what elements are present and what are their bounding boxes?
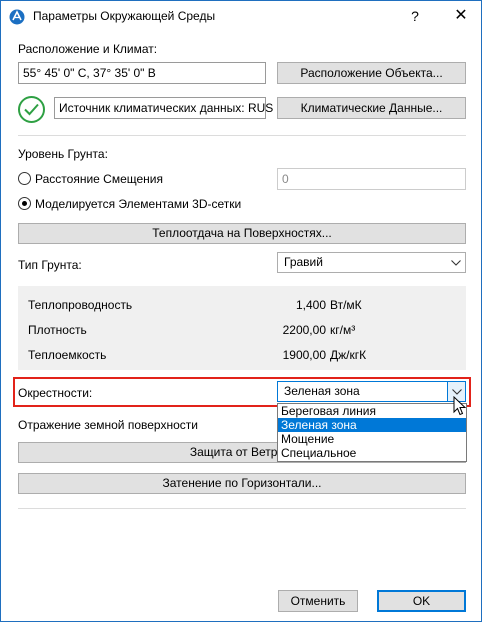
property-value: 2200,00 xyxy=(282,323,326,337)
project-location-button[interactable]: Расположение Объекта... xyxy=(277,62,466,84)
property-name: Теплоемкость xyxy=(28,348,107,362)
soil-type-value: Гравий xyxy=(284,255,323,269)
soil-type-label: Тип Грунта: xyxy=(18,258,82,272)
surroundings-value: Зеленая зона xyxy=(284,384,360,398)
ground-reflection-label: Отражение земной поверхности xyxy=(18,418,198,432)
property-value: 1900,00 xyxy=(282,348,326,362)
dropdown-option[interactable]: Мощение xyxy=(278,432,466,446)
dialog-content: Расположение и Климат: 55° 45' 0" С, 37°… xyxy=(1,32,481,621)
climate-source-field: Источник климатических данных: RUS xyxy=(54,97,273,119)
mouse-cursor-icon xyxy=(453,396,467,416)
coordinates-field: 55° 45' 0" С, 37° 35' 0" В xyxy=(18,62,266,84)
checkmark-icon xyxy=(18,96,45,123)
offset-option-label: Расстояние Смещения xyxy=(35,172,163,186)
separator xyxy=(18,135,466,136)
chevron-down-icon xyxy=(447,253,465,272)
ok-button[interactable]: OK xyxy=(377,590,466,612)
property-unit: Вт/мК xyxy=(330,298,362,312)
close-button[interactable]: ✕ xyxy=(441,1,481,32)
offset-radio[interactable] xyxy=(18,172,31,185)
title-bar: Параметры Окружающей Среды ? ✕ xyxy=(1,1,481,32)
soil-properties-panel: Теплопроводность 1,400 Вт/мК Плотность 2… xyxy=(18,286,466,370)
heat-transfer-button[interactable]: Теплоотдача на Поверхностях... xyxy=(18,223,466,244)
dropdown-option[interactable]: Специальное xyxy=(278,446,466,460)
soil-type-select[interactable]: Гравий xyxy=(277,252,466,273)
dropdown-option-selected[interactable]: Зеленая зона xyxy=(278,418,466,432)
property-value: 1,400 xyxy=(295,298,326,312)
dropdown-option[interactable]: Береговая линия xyxy=(278,404,466,418)
archicad-app-icon xyxy=(9,9,25,25)
surroundings-label: Окрестности: xyxy=(18,386,93,400)
surroundings-select[interactable]: Зеленая зона xyxy=(277,381,466,402)
help-button[interactable]: ? xyxy=(399,1,431,32)
property-name: Теплопроводность xyxy=(28,298,133,312)
environment-settings-dialog: Параметры Окружающей Среды ? ✕ Расположе… xyxy=(0,0,482,622)
window-title: Параметры Окружающей Среды xyxy=(33,9,216,23)
mesh-radio[interactable] xyxy=(18,197,31,210)
horizon-shading-button[interactable]: Затенение по Горизонтали... xyxy=(18,473,466,494)
offset-distance-input[interactable]: 0 xyxy=(277,168,466,190)
separator xyxy=(18,508,466,509)
climate-data-button[interactable]: Климатические Данные... xyxy=(277,97,466,119)
property-unit: Дж/кгК xyxy=(330,348,367,362)
property-unit: кг/м³ xyxy=(330,323,356,337)
property-name: Плотность xyxy=(28,323,87,337)
ground-level-label: Уровень Грунта: xyxy=(18,147,108,161)
cancel-button[interactable]: Отменить xyxy=(278,590,358,612)
location-section-label: Расположение и Климат: xyxy=(18,42,158,56)
mesh-option-label: Моделируется Элементами 3D-сетки xyxy=(35,197,242,211)
surroundings-dropdown-list: Береговая линия Зеленая зона Мощение Спе… xyxy=(277,403,467,462)
